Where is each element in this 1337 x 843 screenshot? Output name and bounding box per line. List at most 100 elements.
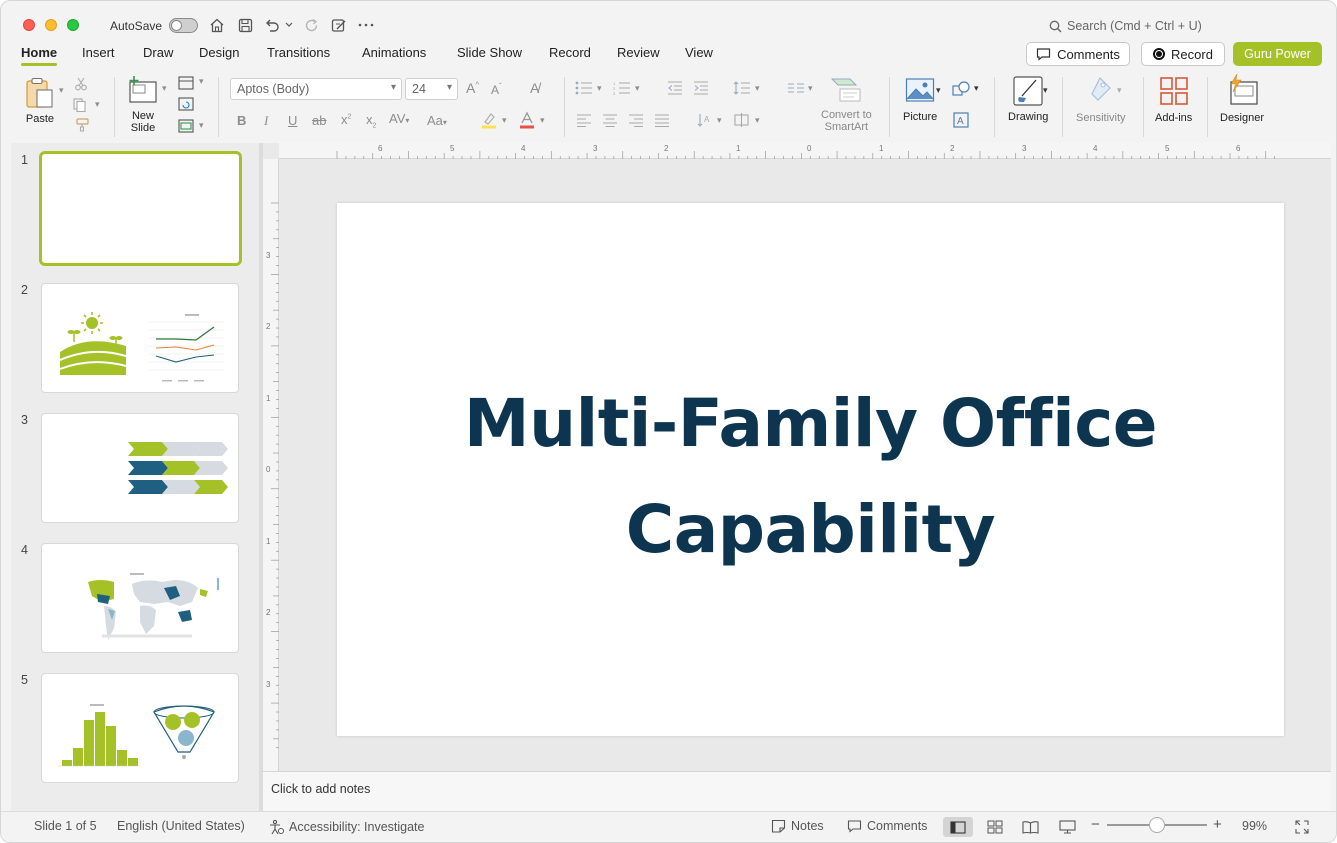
- guru-power-button[interactable]: Guru Power: [1233, 42, 1322, 66]
- add-ins-button[interactable]: Add-ins: [1155, 76, 1192, 124]
- underline-icon[interactable]: U: [288, 113, 297, 128]
- new-slide-button[interactable]: New Slide: [128, 76, 158, 134]
- convert-to-smartart-button[interactable]: Convert to SmartArt: [821, 77, 872, 133]
- tab-view[interactable]: View: [685, 45, 713, 60]
- highlight-icon[interactable]: [480, 111, 498, 129]
- align-text-icon[interactable]: [733, 112, 751, 128]
- align-right-icon[interactable]: [628, 114, 644, 127]
- zoom-in-icon[interactable]: +: [1213, 816, 1222, 833]
- align-center-icon[interactable]: [602, 114, 618, 127]
- decrease-font-size-icon[interactable]: Aˇ: [491, 82, 502, 97]
- zoom-level[interactable]: 99%: [1242, 819, 1267, 833]
- font-color-icon[interactable]: [518, 111, 536, 129]
- bullets-dropdown-icon[interactable]: ▾: [597, 83, 602, 94]
- tab-record[interactable]: Record: [549, 45, 591, 60]
- maximize-window-button[interactable]: [67, 19, 79, 31]
- search-box[interactable]: Search (Cmd + Ctrl + U): [1049, 19, 1202, 33]
- tab-design[interactable]: Design: [199, 45, 239, 60]
- language-indicator[interactable]: English (United States): [117, 819, 245, 833]
- columns-dropdown-icon[interactable]: ▾: [808, 83, 813, 94]
- align-text-dropdown-icon[interactable]: ▾: [755, 115, 760, 126]
- comments-toggle[interactable]: Comments: [847, 819, 927, 833]
- autosave-toggle[interactable]: [169, 18, 198, 33]
- tab-animations[interactable]: Animations: [362, 45, 426, 60]
- save-icon[interactable]: [235, 15, 255, 35]
- line-spacing-dropdown-icon[interactable]: ▾: [755, 83, 760, 94]
- notes-toggle[interactable]: Notes: [771, 819, 824, 833]
- strikethrough-icon[interactable]: ab: [312, 113, 326, 128]
- slide-thumbnail-2[interactable]: [41, 283, 239, 393]
- sensitivity-dropdown-icon[interactable]: ▾: [1117, 85, 1122, 96]
- increase-font-size-icon[interactable]: A^: [466, 80, 479, 96]
- shapes-icon[interactable]: [952, 81, 970, 97]
- shapes-dropdown-icon[interactable]: ▾: [974, 83, 979, 94]
- slide-thumbnail-4[interactable]: [41, 543, 239, 653]
- increase-indent-icon[interactable]: [693, 81, 709, 95]
- reset-slide-icon[interactable]: [178, 97, 194, 111]
- copy-icon[interactable]: [73, 98, 89, 112]
- fit-to-window-button[interactable]: [1287, 817, 1317, 837]
- layout-dropdown-icon[interactable]: ▾: [199, 76, 204, 87]
- more-options-icon[interactable]: [356, 15, 376, 35]
- slide-title[interactable]: Multi-Family Office Capability: [337, 371, 1284, 583]
- subscript-icon[interactable]: x2: [366, 112, 376, 130]
- slide-show-view-button[interactable]: [1052, 817, 1082, 837]
- undo-dropdown-icon[interactable]: [282, 15, 296, 35]
- text-direction-dropdown-icon[interactable]: ▾: [717, 115, 722, 126]
- drawing-dropdown-icon[interactable]: ▾: [1043, 85, 1048, 96]
- new-slide-dropdown-icon[interactable]: ▾: [162, 83, 167, 94]
- home-icon[interactable]: [207, 15, 227, 35]
- tab-home[interactable]: Home: [21, 45, 58, 66]
- layout-icon[interactable]: [178, 76, 194, 90]
- slide-thumbnail-3[interactable]: [41, 413, 239, 523]
- line-spacing-icon[interactable]: [733, 80, 751, 96]
- slide-thumbnail-5[interactable]: [41, 673, 239, 783]
- zoom-slider-handle[interactable]: [1149, 817, 1165, 833]
- italic-icon[interactable]: I: [264, 113, 268, 129]
- minimize-window-button[interactable]: [45, 19, 57, 31]
- text-direction-icon[interactable]: A: [697, 112, 713, 128]
- tab-review[interactable]: Review: [617, 45, 660, 60]
- character-spacing-icon[interactable]: AV▾: [389, 111, 409, 126]
- align-left-icon[interactable]: [576, 114, 592, 127]
- numbering-dropdown-icon[interactable]: ▾: [635, 83, 640, 94]
- text-box-icon[interactable]: A: [953, 112, 969, 128]
- font-color-dropdown-icon[interactable]: ▾: [540, 115, 545, 126]
- picture-button[interactable]: Picture: [903, 77, 937, 123]
- drawing-button[interactable]: Drawing: [1008, 76, 1048, 123]
- paste-button[interactable]: Paste: [25, 77, 55, 125]
- copy-dropdown-icon[interactable]: ▾: [95, 99, 100, 110]
- bold-icon[interactable]: B: [237, 113, 246, 128]
- close-window-button[interactable]: [23, 19, 35, 31]
- change-case-icon[interactable]: Aa▾: [427, 113, 447, 128]
- clear-formatting-icon[interactable]: A̸: [530, 80, 539, 96]
- font-name-select[interactable]: Aptos (Body) ▾: [230, 78, 402, 100]
- tab-draw[interactable]: Draw: [143, 45, 173, 60]
- accessibility-status[interactable]: Accessibility: Investigate: [268, 819, 424, 835]
- undo-icon[interactable]: [262, 15, 282, 35]
- slide-thumbnail-1[interactable]: [39, 151, 242, 266]
- redo-icon[interactable]: [302, 15, 322, 35]
- tab-transitions[interactable]: Transitions: [267, 45, 330, 60]
- normal-view-button[interactable]: [943, 817, 973, 837]
- superscript-icon[interactable]: x2: [341, 112, 351, 127]
- columns-icon[interactable]: [787, 83, 805, 93]
- comments-button[interactable]: Comments: [1026, 42, 1130, 66]
- sensitivity-button[interactable]: Sensitivity: [1076, 76, 1126, 124]
- zoom-out-icon[interactable]: −: [1091, 816, 1100, 833]
- paste-dropdown-icon[interactable]: ▾: [59, 85, 64, 96]
- decrease-indent-icon[interactable]: [667, 81, 683, 95]
- justify-icon[interactable]: [654, 114, 670, 127]
- cut-icon[interactable]: [74, 77, 88, 91]
- tab-insert[interactable]: Insert: [82, 45, 115, 60]
- picture-dropdown-icon[interactable]: ▾: [936, 85, 941, 96]
- highlight-dropdown-icon[interactable]: ▾: [502, 115, 507, 126]
- slide-sorter-button[interactable]: [980, 817, 1010, 837]
- section-dropdown-icon[interactable]: ▾: [199, 120, 204, 131]
- designer-button[interactable]: Designer: [1220, 74, 1264, 124]
- notes-pane[interactable]: Click to add notes: [263, 771, 1331, 811]
- font-size-select[interactable]: 24 ▾: [405, 78, 458, 100]
- current-slide[interactable]: Multi-Family Office Capability: [337, 203, 1284, 736]
- record-button[interactable]: Record: [1141, 42, 1225, 66]
- bullets-icon[interactable]: [575, 81, 593, 95]
